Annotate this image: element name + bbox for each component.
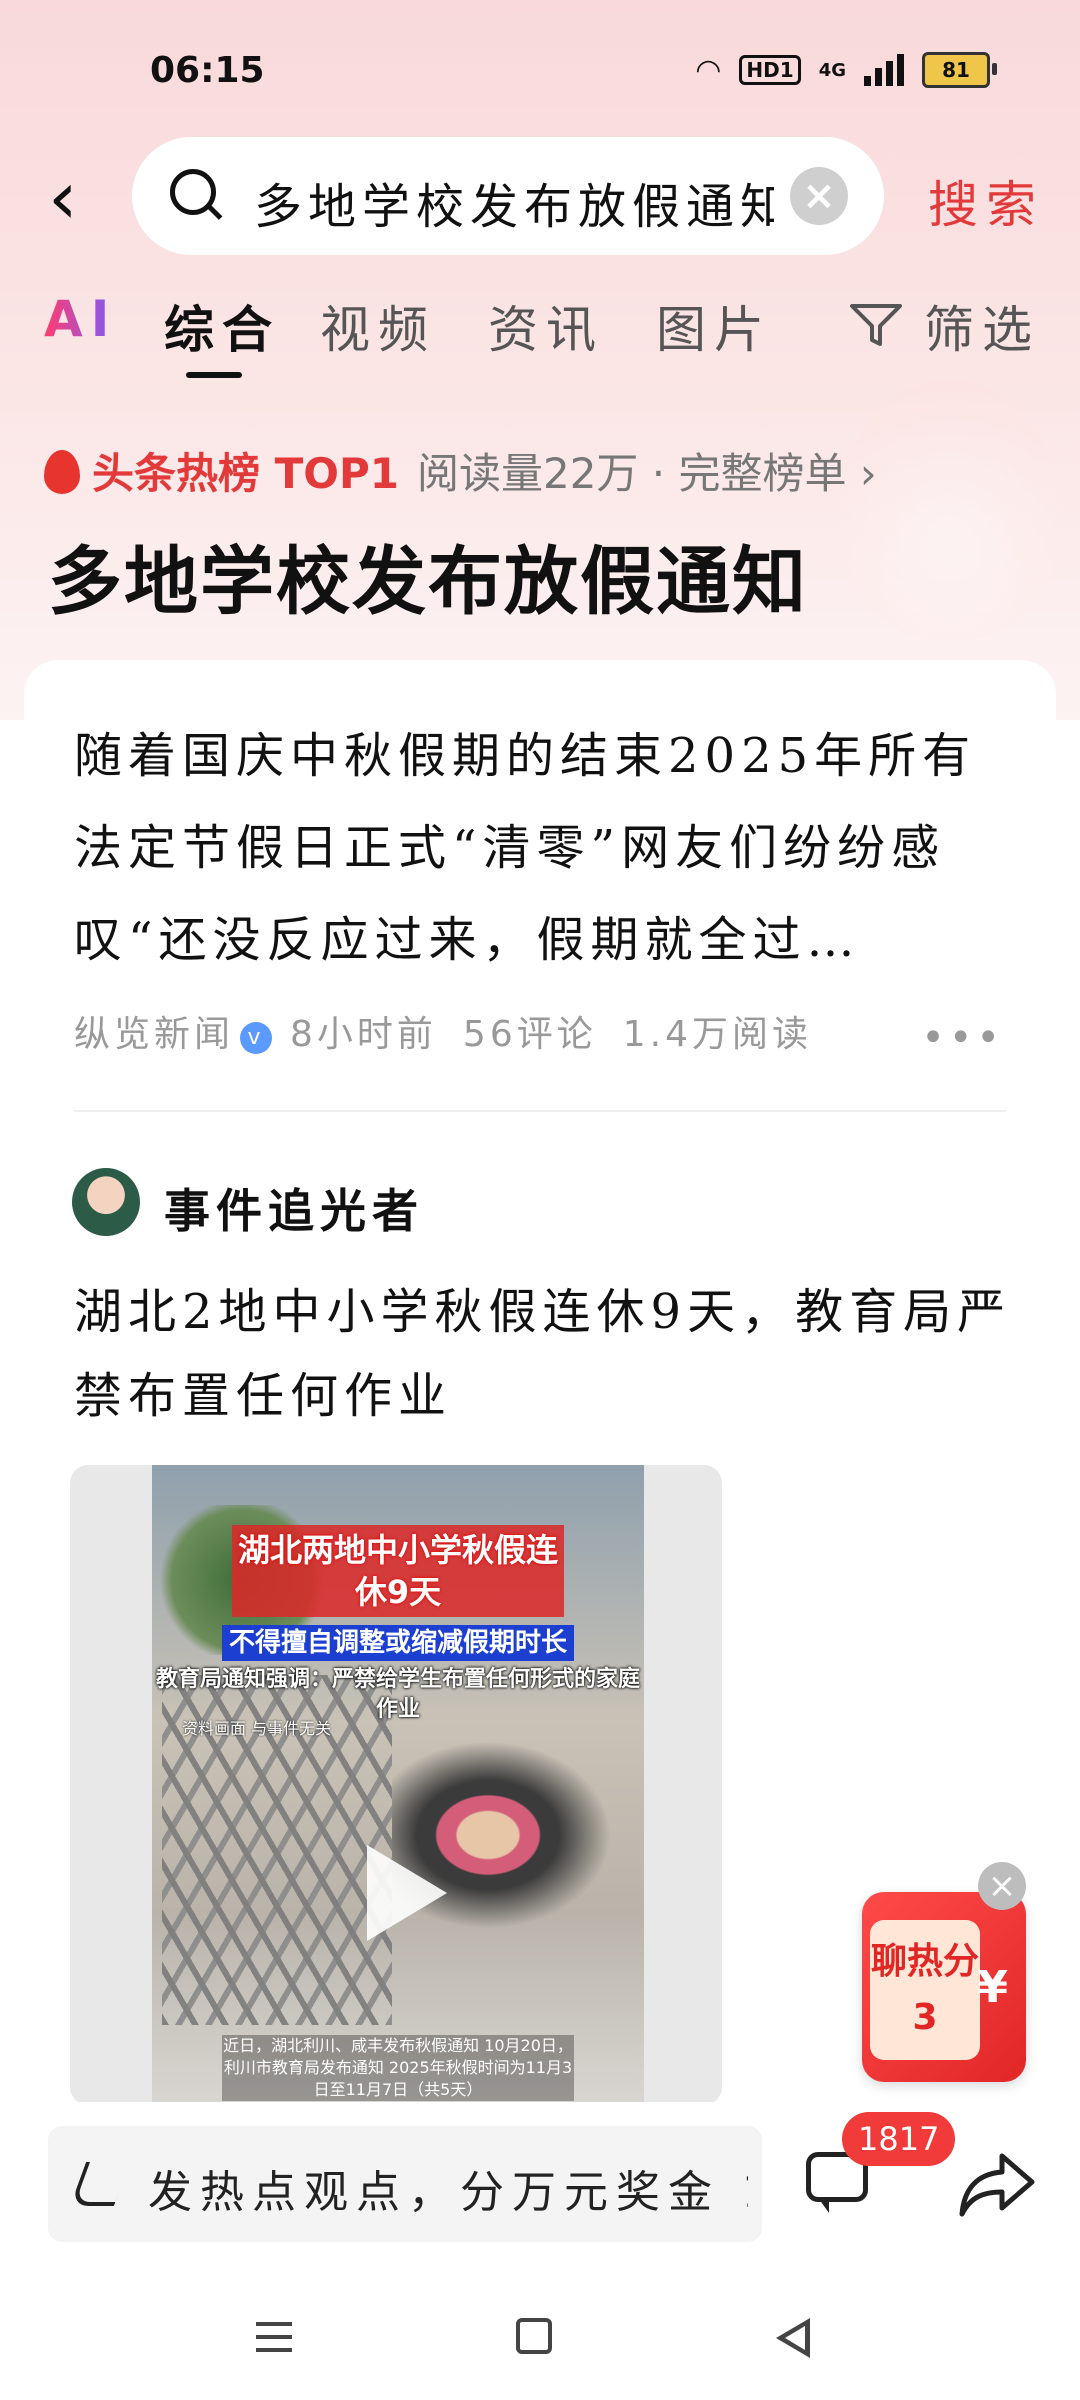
- tab-video[interactable]: 视频: [320, 290, 436, 362]
- bottom-action-bar: 发热点观点，分万元奖金 1. 1817: [0, 2102, 1080, 2282]
- tab-filter[interactable]: 筛选: [924, 290, 1040, 362]
- video-caption: 近日，湖北利川、咸丰发布秋假通知 10月20日，利川市教育局发布通知 2025年…: [222, 2035, 574, 2101]
- system-nav-bar: [0, 2282, 1080, 2400]
- article-snippet[interactable]: 随着国庆中秋假期的结束2025年所有法定节假日正式“清零”网友们纷纷感叹“还没反…: [74, 710, 994, 986]
- video-thumbnail[interactable]: 湖北两地中小学秋假连休9天 不得擅自调整或缩减假期时长 教育局通知强调：严禁给学…: [70, 1465, 722, 2105]
- menu-icon[interactable]: [256, 2322, 292, 2352]
- status-bar: 06:15 ◠ HD1 4G 81: [0, 40, 1080, 100]
- back-icon[interactable]: [776, 2318, 810, 2358]
- play-icon[interactable]: [367, 1845, 447, 1941]
- clear-icon[interactable]: ×: [790, 167, 848, 225]
- status-icons: ◠ HD1 4G 81: [695, 52, 997, 88]
- video-frame: 湖北两地中小学秋假连休9天 不得擅自调整或缩减假期时长 教育局通知强调：严禁给学…: [152, 1465, 644, 2105]
- back-arrow-icon[interactable]: ‹: [48, 158, 98, 238]
- search-query[interactable]: 多地学校发布放假通知: [254, 167, 774, 237]
- comment-count-badge: 1817: [842, 2112, 956, 2166]
- video-headline: 湖北两地中小学秋假连休9天: [232, 1525, 564, 1617]
- search-input[interactable]: 多地学校发布放假通知 ×: [132, 137, 884, 255]
- close-icon[interactable]: ×: [978, 1862, 1026, 1910]
- article-time: 8小时前: [290, 1014, 437, 1055]
- article-reads: 1.4万阅读: [622, 1014, 812, 1055]
- article-source[interactable]: 纵览新闻: [74, 1014, 234, 1055]
- comment-placeholder: 发热点观点，分万元奖金 1.: [148, 2167, 748, 2218]
- article-meta: 纵览新闻 v 8小时前 56评论 1.4万阅读: [74, 1005, 812, 1057]
- share-icon[interactable]: [958, 2148, 1038, 2220]
- page-title: 多地学校发布放假通知: [48, 539, 808, 625]
- hd-icon: HD1: [739, 55, 801, 85]
- signal-icon: [864, 54, 904, 86]
- pen-icon: [69, 2162, 131, 2206]
- verified-icon: v: [240, 1022, 273, 1054]
- article-comments: 56评论: [462, 1014, 597, 1055]
- battery-icon: 81: [922, 52, 997, 88]
- fire-icon: [44, 450, 80, 494]
- divider: [74, 1110, 1006, 1112]
- comment-input[interactable]: 发热点观点，分万元奖金 1.: [48, 2126, 762, 2242]
- video-subheadline: 不得擅自调整或缩减假期时长: [222, 1625, 574, 1661]
- hot-rank-row[interactable]: 头条热榜 TOP1 阅读量22万 · 完整榜单 ›: [44, 440, 877, 501]
- red-packet-widget[interactable]: 聊热分3 ¥: [862, 1892, 1026, 2082]
- video-disclaimer: 资料画面 与事件无关: [182, 1719, 332, 1738]
- status-time: 06:15: [150, 50, 265, 91]
- filter-icon[interactable]: [848, 300, 904, 350]
- hot-rank-meta[interactable]: 阅读量22万 · 完整榜单 ›: [417, 449, 877, 498]
- search-icon: [170, 169, 216, 215]
- tab-images[interactable]: 图片: [656, 290, 772, 362]
- flame-watermark-icon: [840, 380, 1060, 640]
- tab-news[interactable]: 资讯: [488, 290, 604, 362]
- avatar[interactable]: [72, 1168, 140, 1236]
- red-packet-text: 聊热分3: [870, 1920, 980, 2060]
- tab-ai[interactable]: AI: [44, 290, 117, 348]
- wifi-icon: ◠: [695, 52, 722, 88]
- active-tab-indicator: [186, 372, 242, 378]
- post-title[interactable]: 湖北2地中小学秋假连休9天，教育局严禁布置任何作业: [74, 1270, 1014, 1438]
- author-name[interactable]: 事件追光者: [164, 1175, 424, 1241]
- tab-all[interactable]: 综合: [164, 290, 280, 362]
- more-options-icon[interactable]: •••: [921, 1015, 1004, 1061]
- search-button[interactable]: 搜索: [928, 165, 1044, 237]
- hot-rank-tag: 头条热榜 TOP1: [92, 449, 399, 498]
- yen-icon: ¥: [977, 1962, 1008, 2013]
- network-label: 4G: [818, 59, 846, 81]
- home-icon[interactable]: [516, 2318, 552, 2354]
